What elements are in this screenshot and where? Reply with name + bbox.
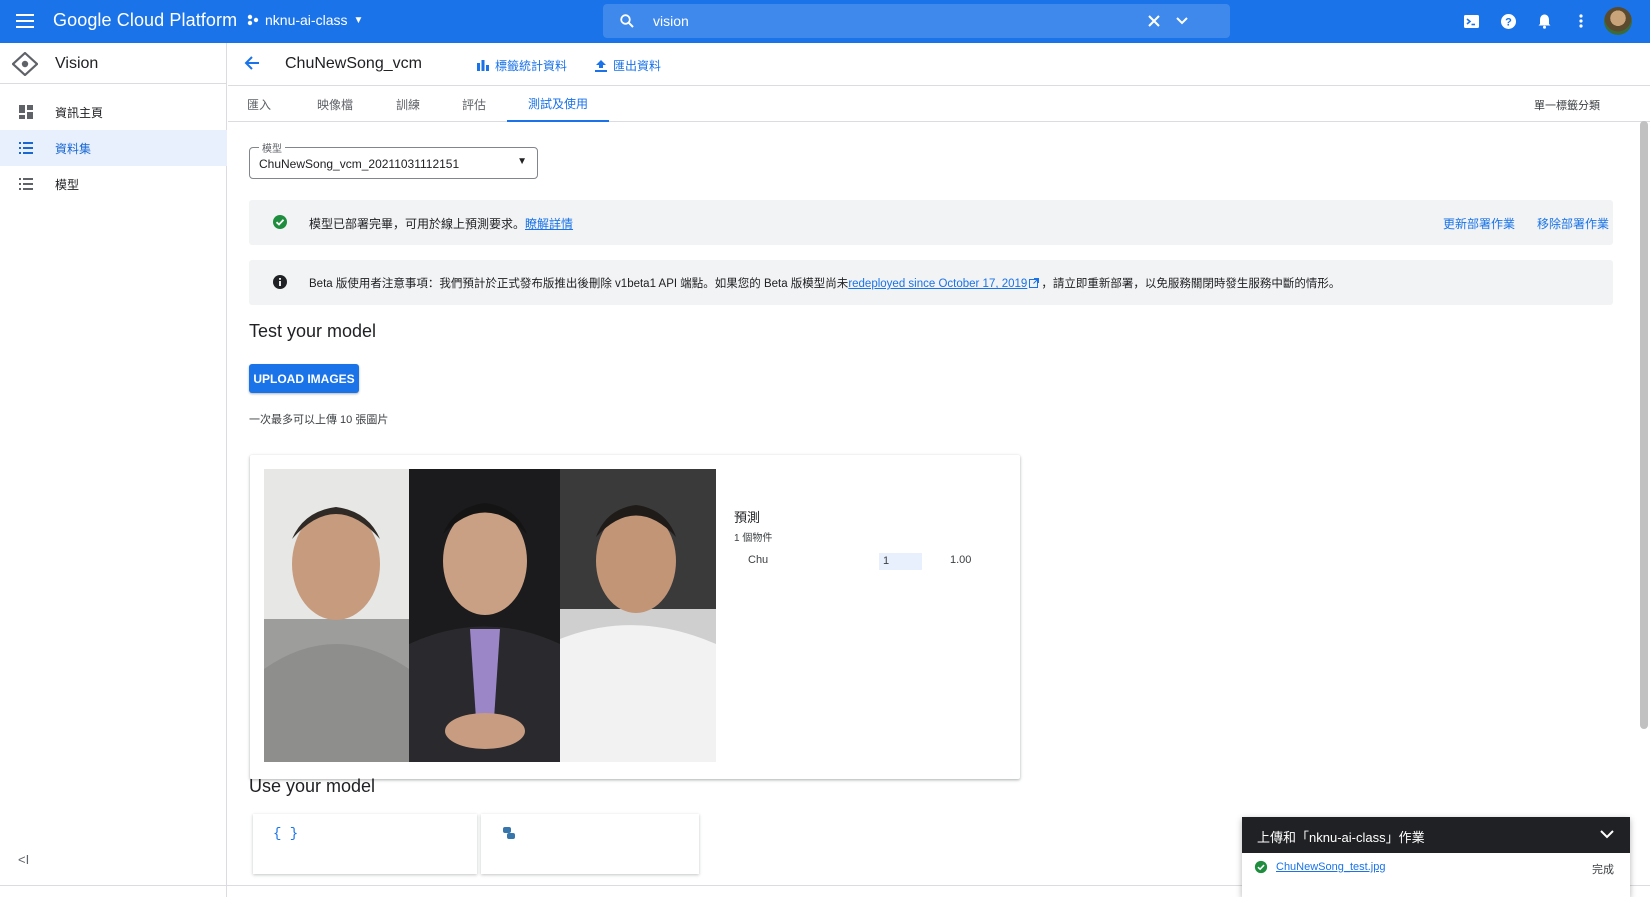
notifications-icon[interactable] bbox=[1536, 13, 1552, 29]
vertical-scrollbar[interactable] bbox=[1640, 121, 1648, 729]
tab-import[interactable]: 匯入 bbox=[230, 87, 288, 122]
tab-images[interactable]: 映像檔 bbox=[298, 87, 372, 122]
prediction-row: Chu 1 1.00 bbox=[734, 551, 1004, 571]
dropdown-arrow-icon: ▼ bbox=[517, 156, 527, 167]
vision-product-icon bbox=[12, 52, 38, 76]
model-select-label: 模型 bbox=[259, 140, 285, 155]
beta-notice-after: ，請立即重新部署，以免服務關閉時發生服務中斷的情形。 bbox=[1041, 278, 1341, 290]
tab-train[interactable]: 訓練 bbox=[378, 87, 438, 122]
deploy-status-message: 模型已部署完畢，可用於線上預測要求。 bbox=[309, 217, 526, 231]
deploy-status-text: 模型已部署完畢，可用於線上預測要求。瞭解詳情 bbox=[309, 215, 573, 232]
chevron-down-icon[interactable] bbox=[1176, 17, 1188, 25]
deploy-status-banner: 模型已部署完畢，可用於線上預測要求。瞭解詳情 更新部署作業 移除部署作業 bbox=[249, 200, 1613, 245]
search-bar[interactable]: vision bbox=[603, 4, 1230, 38]
clear-icon[interactable] bbox=[1148, 15, 1160, 27]
info-icon bbox=[273, 275, 287, 289]
check-circle-icon bbox=[273, 215, 287, 229]
tab-evaluate[interactable]: 評估 bbox=[444, 87, 504, 122]
sidebar-item-datasets[interactable]: 資料集 bbox=[0, 130, 227, 166]
upload-status-text: 完成 bbox=[1592, 864, 1614, 876]
menu-icon[interactable] bbox=[14, 11, 36, 31]
export-data-label: 匯出資料 bbox=[613, 59, 662, 73]
sidebar: Vision 資訊主頁 資料集 模型 <I bbox=[0, 43, 227, 897]
prediction-label: Chu bbox=[748, 554, 769, 566]
list-icon bbox=[19, 142, 33, 154]
cloud-shell-icon[interactable] bbox=[1463, 13, 1479, 29]
main-content: ChuNewSong_vcm 標籤統計資料 匯出資料 匯入 映像檔 訓練 評估 … bbox=[228, 43, 1650, 897]
chevron-down-icon: ▼ bbox=[353, 14, 364, 26]
python-card[interactable] bbox=[481, 814, 699, 874]
upload-icon bbox=[595, 59, 607, 72]
collapse-sidebar-icon[interactable]: <I bbox=[18, 852, 29, 867]
back-arrow-icon[interactable] bbox=[244, 54, 260, 75]
list-icon bbox=[19, 178, 33, 190]
sidebar-item-label: 資料集 bbox=[55, 141, 92, 156]
test-model-heading: Test your model bbox=[249, 321, 377, 341]
search-icon bbox=[620, 14, 634, 28]
uploaded-file-link[interactable]: ChuNewSong_test.jpg bbox=[1276, 861, 1385, 873]
code-braces-icon: { } bbox=[273, 826, 299, 842]
sidebar-header: Vision bbox=[0, 43, 227, 84]
chevron-down-icon[interactable] bbox=[1600, 830, 1614, 840]
dataset-title-bar: ChuNewSong_vcm 標籤統計資料 匯出資料 bbox=[228, 43, 1650, 86]
model-select[interactable]: ChuNewSong_vcm_20211031112151 ▼ bbox=[249, 147, 538, 179]
redeploy-link[interactable]: redeployed since October 17, 2019 bbox=[848, 278, 1027, 290]
tab-test-use[interactable]: 測試及使用 bbox=[507, 87, 609, 122]
beta-notice-banner: Beta 版使用者注意事項：我們預計於正式發布版推出後刪除 v1beta1 AP… bbox=[249, 260, 1613, 305]
project-name: nknu-ai-class bbox=[265, 12, 348, 28]
upload-hint: 一次最多可以上傳 10 張圖片 bbox=[249, 414, 389, 426]
dataset-title: ChuNewSong_vcm bbox=[285, 55, 422, 72]
more-vert-icon[interactable] bbox=[1573, 13, 1589, 29]
prediction-confidence-bar: 1 bbox=[879, 553, 922, 570]
project-icon bbox=[247, 14, 259, 26]
label-stats-link[interactable]: 標籤統計資料 bbox=[477, 57, 567, 74]
product-title: Vision bbox=[55, 55, 99, 72]
avatar[interactable] bbox=[1604, 7, 1632, 35]
toast-title: 上傳和「nknu-ai-class」作業 bbox=[1257, 830, 1425, 845]
rest-api-card[interactable]: { } bbox=[253, 814, 477, 874]
update-deployment-button[interactable]: 更新部署作業 bbox=[1443, 215, 1515, 232]
sidebar-item-dashboard[interactable]: 資訊主頁 bbox=[0, 94, 227, 130]
beta-notice-text: Beta 版使用者注意事項：我們預計於正式發布版推出後刪除 v1beta1 AP… bbox=[309, 275, 1340, 291]
brand-title[interactable]: Google Cloud Platform bbox=[53, 10, 237, 31]
project-selector[interactable]: nknu-ai-class ▼ bbox=[247, 12, 363, 28]
test-image bbox=[264, 469, 716, 762]
prediction-bar-value: 1 bbox=[883, 555, 890, 567]
tab-bar: 匯入 映像檔 訓練 評估 測試及使用 單一標籤分類 bbox=[228, 87, 1650, 122]
label-stats-label: 標籤統計資料 bbox=[495, 59, 568, 73]
beta-notice-before: Beta 版使用者注意事項：我們預計於正式發布版推出後刪除 v1beta1 AP… bbox=[309, 278, 849, 290]
upload-images-button[interactable]: UPLOAD IMAGES bbox=[249, 364, 359, 393]
python-icon bbox=[503, 827, 515, 839]
classification-type: 單一標籤分類 bbox=[1534, 100, 1600, 112]
sidebar-item-label: 資訊主頁 bbox=[55, 105, 104, 120]
sidebar-item-label: 模型 bbox=[55, 177, 80, 192]
bar-chart-icon bbox=[477, 60, 489, 71]
prediction-object-count: 1 個物件 bbox=[734, 533, 773, 544]
sidebar-item-models[interactable]: 模型 bbox=[0, 166, 227, 202]
prediction-title: 預測 bbox=[734, 510, 761, 525]
top-app-bar: Google Cloud Platform nknu-ai-class ▼ vi… bbox=[0, 0, 1650, 43]
upload-status-toast: 上傳和「nknu-ai-class」作業 ChuNewSong_test.jpg… bbox=[1242, 817, 1630, 897]
export-data-link[interactable]: 匯出資料 bbox=[595, 57, 661, 74]
dashboard-icon bbox=[19, 105, 33, 119]
model-select-value: ChuNewSong_vcm_20211031112151 bbox=[259, 157, 460, 171]
check-circle-icon bbox=[1254, 860, 1268, 874]
learn-more-link[interactable]: 瞭解詳情 bbox=[525, 217, 573, 231]
search-input[interactable]: vision bbox=[653, 13, 689, 29]
toast-header[interactable]: 上傳和「nknu-ai-class」作業 bbox=[1242, 817, 1630, 853]
prediction-card: 預測 1 個物件 Chu 1 1.00 bbox=[250, 455, 1020, 779]
external-link-icon bbox=[1029, 278, 1040, 288]
toast-file-row: ChuNewSong_test.jpg 完成 bbox=[1242, 853, 1630, 883]
help-icon[interactable]: ? bbox=[1500, 13, 1516, 29]
remove-deployment-button[interactable]: 移除部署作業 bbox=[1537, 215, 1609, 232]
use-model-heading: Use your model bbox=[249, 776, 376, 796]
svg-text:?: ? bbox=[1505, 16, 1512, 28]
prediction-score: 1.00 bbox=[950, 554, 972, 566]
